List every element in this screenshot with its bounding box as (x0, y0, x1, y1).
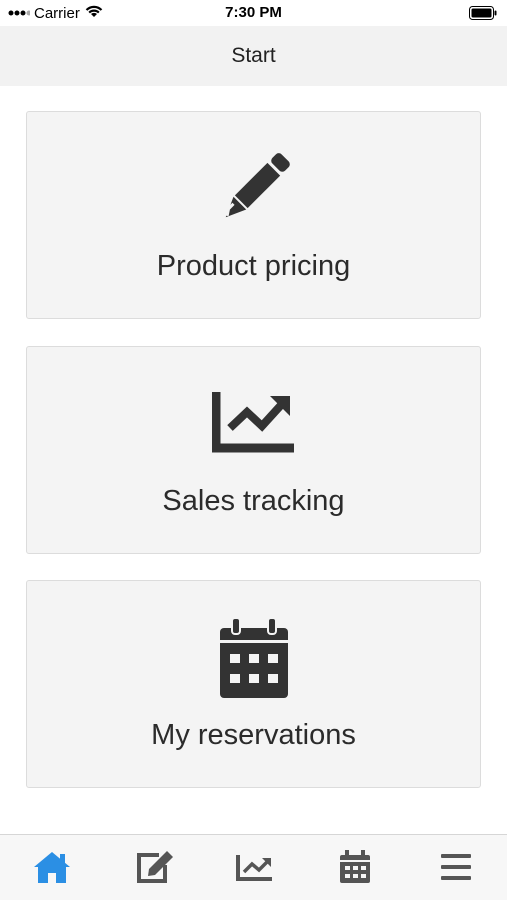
calendar-icon (27, 616, 480, 700)
product-pricing-card[interactable]: Product pricing (26, 111, 481, 319)
card-label: Product pricing (156, 250, 351, 282)
home-icon (32, 849, 72, 889)
card-label: My reservations (151, 719, 356, 751)
page-title: Start (231, 44, 276, 67)
calendar-icon (335, 849, 375, 889)
battery-icon (469, 6, 497, 24)
tab-menu[interactable] (434, 849, 478, 889)
sales-tracking-card[interactable]: Sales tracking (26, 346, 481, 554)
tab-chart[interactable] (232, 849, 276, 889)
pencil-icon (27, 147, 480, 231)
edit-icon (133, 849, 173, 889)
tab-bar (0, 834, 507, 900)
line-chart-icon (234, 849, 274, 889)
status-bar: Carrier 7:30 PM (0, 0, 507, 26)
tab-edit[interactable] (131, 849, 175, 889)
tab-calendar[interactable] (333, 849, 377, 889)
line-chart-icon (27, 382, 480, 466)
card-label: Sales tracking (162, 485, 345, 517)
tab-home[interactable] (30, 849, 74, 889)
nav-bar: Start (0, 26, 507, 86)
status-time: 7:30 PM (225, 4, 282, 21)
menu-icon (436, 849, 476, 889)
my-reservations-card[interactable]: My reservations (26, 580, 481, 788)
